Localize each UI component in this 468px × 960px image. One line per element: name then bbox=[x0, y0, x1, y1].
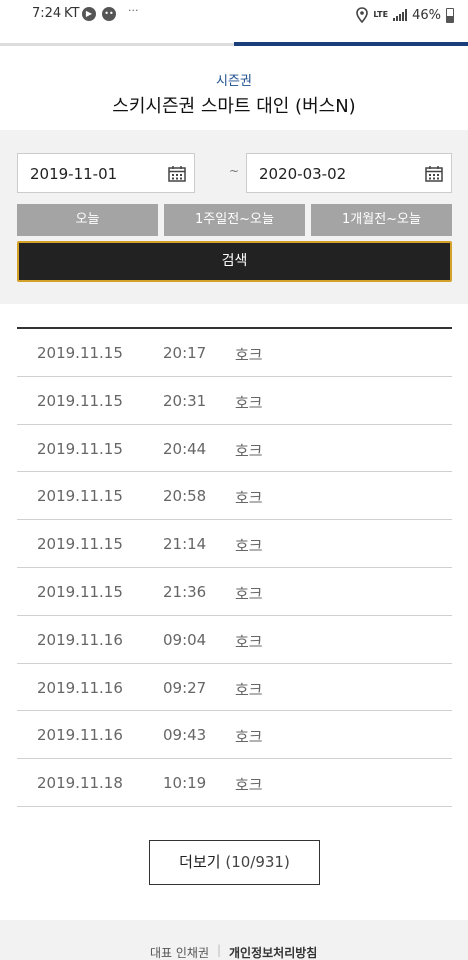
records-list: 2019.11.15 20:17 호크 2019.11.15 20:31 호크 … bbox=[17, 327, 452, 807]
location-icon bbox=[356, 7, 369, 23]
record-name: 호크 bbox=[235, 728, 263, 747]
more-notifications-icon: ··· bbox=[128, 4, 139, 17]
record-time: 20:31 bbox=[163, 391, 207, 410]
record-date: 2019.11.15 bbox=[37, 535, 123, 554]
calendar-icon[interactable] bbox=[168, 165, 186, 182]
record-date: 2019.11.15 bbox=[37, 344, 123, 362]
page-title: 스키시즌권 스마트 대인 (버스N) bbox=[112, 96, 356, 117]
record-date: 2019.11.16 bbox=[37, 726, 123, 745]
record-date: 2019.11.15 bbox=[37, 391, 123, 410]
record-name: 호크 bbox=[235, 537, 263, 556]
record-name: 호크 bbox=[235, 632, 263, 651]
list-item: 2019.11.16 09:04 호크 bbox=[17, 616, 452, 664]
record-time: 21:14 bbox=[163, 535, 207, 554]
list-item: 2019.11.15 20:44 호크 bbox=[17, 425, 452, 473]
play-icon: ▶ bbox=[82, 7, 96, 21]
record-date: 2019.11.16 bbox=[37, 678, 123, 697]
record-name: 호크 bbox=[235, 441, 263, 460]
record-date: 2019.11.16 bbox=[37, 630, 123, 649]
start-date-value: 2019-11-01 bbox=[30, 165, 118, 183]
calendar-icon[interactable] bbox=[425, 165, 443, 182]
one-week-button[interactable]: 1주일전~오늘 bbox=[164, 204, 305, 236]
footer-representative: 대표 인채권 bbox=[150, 946, 210, 960]
battery-icon bbox=[446, 7, 454, 23]
end-date-field[interactable]: 2020-03-02 bbox=[246, 153, 452, 193]
record-time: 10:19 bbox=[163, 774, 207, 793]
footer-divider: | bbox=[217, 943, 222, 957]
list-item: 2019.11.15 20:58 호크 bbox=[17, 472, 452, 521]
record-time: 20:44 bbox=[163, 439, 207, 458]
list-item: 2019.11.15 20:31 호크 bbox=[17, 377, 452, 425]
list-item: 2019.11.15 21:36 호크 bbox=[17, 568, 452, 616]
network-type: LTE bbox=[373, 10, 389, 19]
page-category: 시즌권 bbox=[216, 74, 252, 89]
start-date-field[interactable]: 2019-11-01 bbox=[17, 153, 195, 193]
record-name: 호크 bbox=[235, 584, 263, 603]
record-time: 09:04 bbox=[163, 630, 207, 649]
record-name: 호크 bbox=[235, 393, 263, 412]
record-name: 호크 bbox=[235, 346, 263, 364]
status-carrier: KT bbox=[64, 6, 80, 21]
search-panel: 2019-11-01 ~ 2020-03-02 오늘 1주일전~오늘 1개월전~… bbox=[0, 130, 468, 304]
record-date: 2019.11.15 bbox=[37, 487, 123, 506]
list-item: 2019.11.15 21:14 호크 bbox=[17, 520, 452, 568]
record-date: 2019.11.15 bbox=[37, 582, 123, 601]
record-time: 20:17 bbox=[163, 344, 207, 362]
record-name: 호크 bbox=[235, 776, 263, 795]
page-header: 시즌권 스키시즌권 스마트 대인 (버스N) bbox=[0, 46, 468, 130]
date-separator: ~ bbox=[228, 164, 240, 178]
list-item: 2019.11.18 10:19 호크 bbox=[17, 759, 452, 807]
tab-indicator bbox=[0, 30, 468, 46]
record-time: 21:36 bbox=[163, 582, 207, 601]
list-item: 2019.11.16 09:27 호크 bbox=[17, 664, 452, 712]
today-button[interactable]: 오늘 bbox=[17, 204, 158, 236]
footer: 대표 인채권 | 개인정보처리방침 bbox=[0, 920, 468, 960]
record-name: 호크 bbox=[235, 680, 263, 699]
battery-percent: 46% bbox=[412, 7, 441, 23]
record-name: 호크 bbox=[235, 489, 263, 508]
record-time: 20:58 bbox=[163, 487, 207, 506]
record-time: 09:43 bbox=[163, 726, 207, 745]
list-item: 2019.11.16 09:43 호크 bbox=[17, 711, 452, 760]
end-date-value: 2020-03-02 bbox=[259, 165, 347, 183]
list-item: 2019.11.15 20:17 호크 bbox=[17, 329, 452, 377]
signal-icon bbox=[393, 9, 408, 21]
record-date: 2019.11.15 bbox=[37, 439, 123, 458]
load-more-count: (10/931) bbox=[225, 853, 290, 871]
app-notification-icon: •• bbox=[102, 7, 116, 21]
record-time: 09:27 bbox=[163, 678, 207, 697]
load-more-label: 더보기 bbox=[179, 853, 221, 871]
privacy-policy-link[interactable]: 개인정보처리방침 bbox=[229, 944, 317, 960]
load-more-button[interactable]: 더보기 (10/931) bbox=[149, 840, 320, 885]
status-bar: 7:24 KT ▶ •• ··· LTE 46% bbox=[0, 0, 468, 30]
one-month-button[interactable]: 1개월전~오늘 bbox=[311, 204, 452, 236]
status-indicators: LTE 46% bbox=[356, 4, 454, 26]
record-date: 2019.11.18 bbox=[37, 774, 123, 793]
status-time: 7:24 bbox=[32, 6, 62, 21]
search-button[interactable]: 검색 bbox=[17, 241, 452, 282]
